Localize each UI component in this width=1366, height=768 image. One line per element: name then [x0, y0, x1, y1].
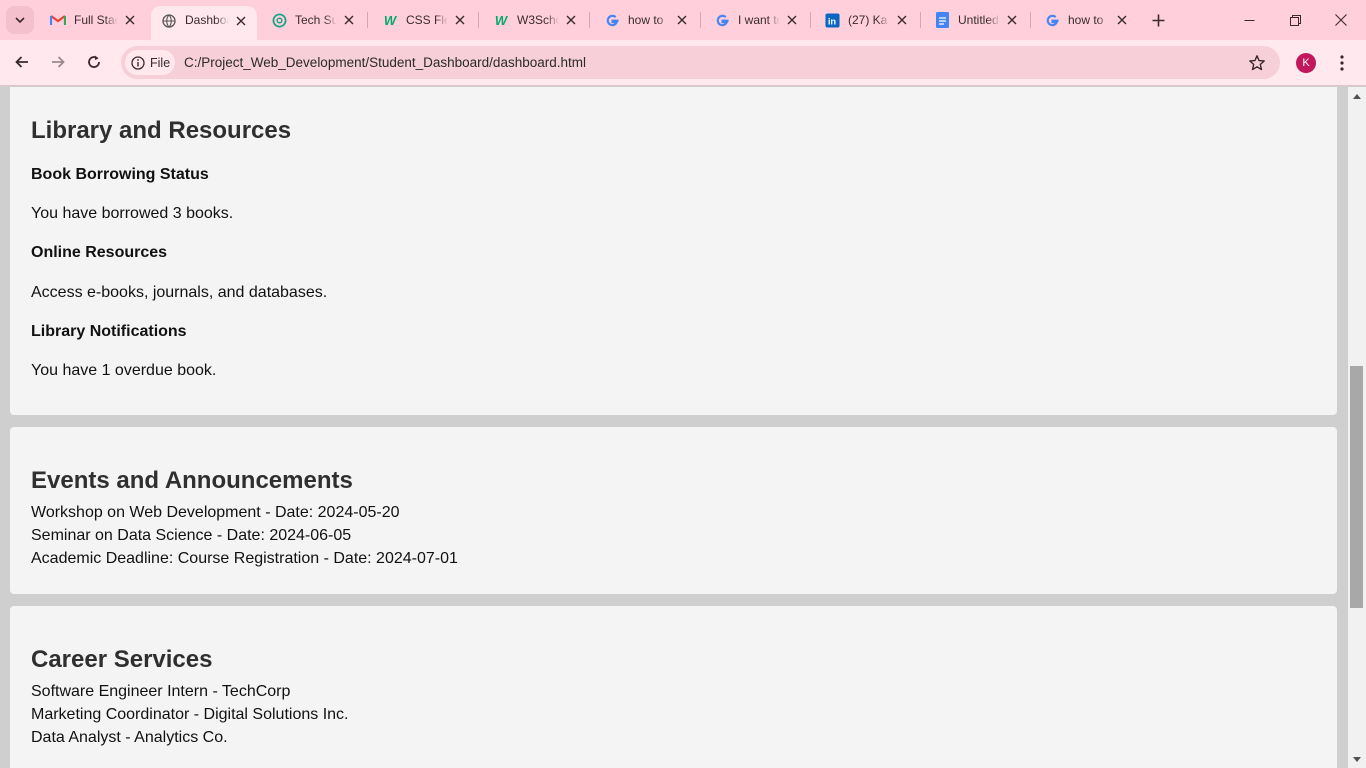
- tab-title: Dashboard: [185, 13, 229, 27]
- tab-dashboard[interactable]: Dashboard: [151, 6, 257, 40]
- google-icon: [714, 12, 730, 28]
- restore-icon: [1289, 14, 1301, 26]
- tab-untitled-doc[interactable]: Untitled: [924, 6, 1028, 34]
- docs-icon: [934, 12, 950, 28]
- tab-gmail[interactable]: Full Stack: [40, 6, 146, 34]
- tab-google-how-to-2[interactable]: how to: [1034, 6, 1138, 34]
- tab-separator: [700, 12, 701, 28]
- close-icon[interactable]: [1004, 12, 1020, 28]
- reload-button[interactable]: [79, 47, 109, 77]
- event-item: Workshop on Web Development - Date: 2024…: [31, 504, 400, 521]
- vertical-scrollbar[interactable]: [1348, 87, 1366, 768]
- close-icon[interactable]: [341, 12, 357, 28]
- chatgpt-icon: [271, 12, 287, 28]
- tab-tech-support[interactable]: Tech Support: [261, 6, 365, 34]
- address-bar[interactable]: File C:/Project_Web_Development/Student_…: [121, 46, 1280, 79]
- linkedin-icon: in: [824, 12, 840, 28]
- close-icon[interactable]: [894, 12, 910, 28]
- tab-strip: Full Stack Dashboard Tech Support W CSS …: [0, 0, 1366, 40]
- close-icon: [1335, 14, 1347, 26]
- gmail-icon: [50, 12, 66, 28]
- tab-separator: [589, 12, 590, 28]
- scrollbar-thumb[interactable]: [1350, 366, 1363, 608]
- career-item: Software Engineer Intern - TechCorp: [31, 683, 291, 700]
- site-chip-label: File: [150, 55, 171, 70]
- events-heading: Events and Announcements: [31, 467, 353, 494]
- tab-title: Tech Support: [295, 13, 337, 27]
- event-item: Seminar on Data Science - Date: 2024-06-…: [31, 527, 352, 544]
- w3schools-icon: W: [494, 12, 508, 28]
- tab-google-i-want[interactable]: I want to: [704, 6, 808, 34]
- forward-button[interactable]: [43, 47, 73, 77]
- google-icon: [1044, 12, 1060, 28]
- svg-text:in: in: [827, 16, 836, 26]
- tab-google-how-to[interactable]: how to: [594, 6, 698, 34]
- library-notifications-text: You have 1 overdue book.: [31, 362, 217, 379]
- tab-linkedin[interactable]: in (27) Ka: [814, 6, 918, 34]
- borrow-status-text: You have borrowed 3 books.: [31, 205, 234, 222]
- event-item: Academic Deadline: Course Registration -…: [31, 550, 458, 567]
- scroll-up-arrow-icon[interactable]: [1348, 87, 1366, 104]
- tab-w3schools[interactable]: W W3Schools: [483, 6, 587, 34]
- back-button[interactable]: [7, 47, 37, 77]
- tab-separator: [367, 12, 368, 28]
- tab-separator: [1030, 12, 1031, 28]
- arrow-left-icon: [15, 56, 28, 68]
- reload-icon: [88, 55, 100, 68]
- library-card: Library and Resources Book Borrowing Sta…: [10, 87, 1337, 415]
- url-text[interactable]: C:/Project_Web_Development/Student_Dashb…: [184, 55, 586, 70]
- tab-title: how to: [1068, 13, 1104, 27]
- scroll-down-arrow-icon[interactable]: [1348, 751, 1366, 768]
- tab-title: W3Schools: [517, 13, 559, 27]
- tab-separator: [478, 12, 479, 28]
- site-info-chip[interactable]: File: [125, 50, 175, 75]
- google-icon: [604, 12, 620, 28]
- info-icon: [131, 55, 145, 70]
- page-viewport: Library and Resources Book Borrowing Sta…: [0, 87, 1348, 768]
- career-card: Career Services Software Engineer Intern…: [10, 606, 1337, 768]
- events-card: Events and Announcements Workshop on Web…: [10, 427, 1337, 594]
- w3schools-icon: W: [383, 12, 397, 28]
- borrow-status-heading: Book Borrowing Status: [31, 166, 209, 183]
- close-icon[interactable]: [1114, 12, 1130, 28]
- online-resources-text: Access e-books, journals, and databases.: [31, 284, 328, 301]
- profile-avatar[interactable]: K: [1296, 53, 1316, 73]
- tab-css-flexbox[interactable]: W CSS Flexbox: [372, 6, 476, 34]
- browser-toolbar: File C:/Project_Web_Development/Student_…: [0, 40, 1366, 86]
- tab-title: Untitled: [958, 13, 999, 27]
- tab-separator: [810, 12, 811, 28]
- close-window-button[interactable]: [1318, 0, 1364, 40]
- minimize-button[interactable]: [1226, 0, 1272, 40]
- career-item: Data Analyst - Analytics Co.: [31, 729, 228, 746]
- close-icon[interactable]: [563, 12, 579, 28]
- tab-title: CSS Flexbox: [406, 13, 448, 27]
- close-icon[interactable]: [122, 12, 138, 28]
- tab-title: (27) Ka: [848, 13, 888, 27]
- close-icon[interactable]: [674, 12, 690, 28]
- career-item: Marketing Coordinator - Digital Solution…: [31, 706, 349, 723]
- tab-title: how to: [628, 13, 664, 27]
- arrow-right-icon: [52, 56, 65, 68]
- bookmark-star-icon[interactable]: [1248, 54, 1266, 72]
- chevron-down-icon: [15, 17, 25, 24]
- tab-separator: [920, 12, 921, 28]
- tab-search-button[interactable]: [6, 6, 34, 34]
- plus-icon: [1152, 14, 1164, 26]
- online-resources-heading: Online Resources: [31, 244, 168, 261]
- restore-button[interactable]: [1272, 0, 1318, 40]
- library-notifications-heading: Library Notifications: [31, 323, 187, 340]
- close-icon[interactable]: [452, 12, 468, 28]
- tab-title: Full Stack: [74, 13, 118, 27]
- menu-kebab-icon[interactable]: [1334, 52, 1350, 74]
- close-icon[interactable]: [233, 13, 249, 29]
- minimize-icon: [1244, 19, 1254, 21]
- tab-title: I want to: [738, 13, 780, 27]
- career-heading: Career Services: [31, 646, 213, 673]
- close-icon[interactable]: [784, 12, 800, 28]
- new-tab-button[interactable]: [1146, 8, 1170, 32]
- globe-icon: [161, 13, 177, 29]
- library-heading: Library and Resources: [31, 117, 292, 144]
